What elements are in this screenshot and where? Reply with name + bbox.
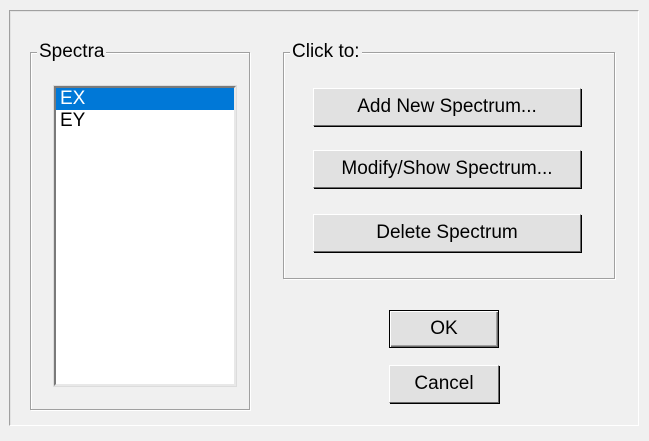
list-item-label: EX [60, 88, 86, 109]
spectra-dialog: Spectra EX EY Click to: Add New Spectrum… [0, 0, 649, 441]
list-item-label: EY [60, 110, 86, 131]
delete-spectrum-button[interactable]: Delete Spectrum [313, 214, 581, 252]
spectra-listbox[interactable]: EX EY [53, 85, 237, 387]
add-new-spectrum-button[interactable]: Add New Spectrum... [313, 88, 581, 126]
click-to-group-label: Click to: [290, 40, 362, 64]
ok-button[interactable]: OK [389, 310, 499, 348]
delete-spectrum-label: Delete Spectrum [376, 222, 518, 243]
modify-show-spectrum-label: Modify/Show Spectrum... [341, 158, 553, 179]
cancel-label: Cancel [414, 373, 474, 394]
modify-show-spectrum-button[interactable]: Modify/Show Spectrum... [313, 150, 581, 188]
ok-label: OK [430, 318, 458, 339]
list-item-ex[interactable]: EX [56, 88, 234, 110]
cancel-button[interactable]: Cancel [389, 365, 499, 403]
list-item-ey[interactable]: EY [56, 110, 234, 132]
spectra-group-label: Spectra [37, 40, 107, 64]
add-new-spectrum-label: Add New Spectrum... [357, 96, 537, 117]
